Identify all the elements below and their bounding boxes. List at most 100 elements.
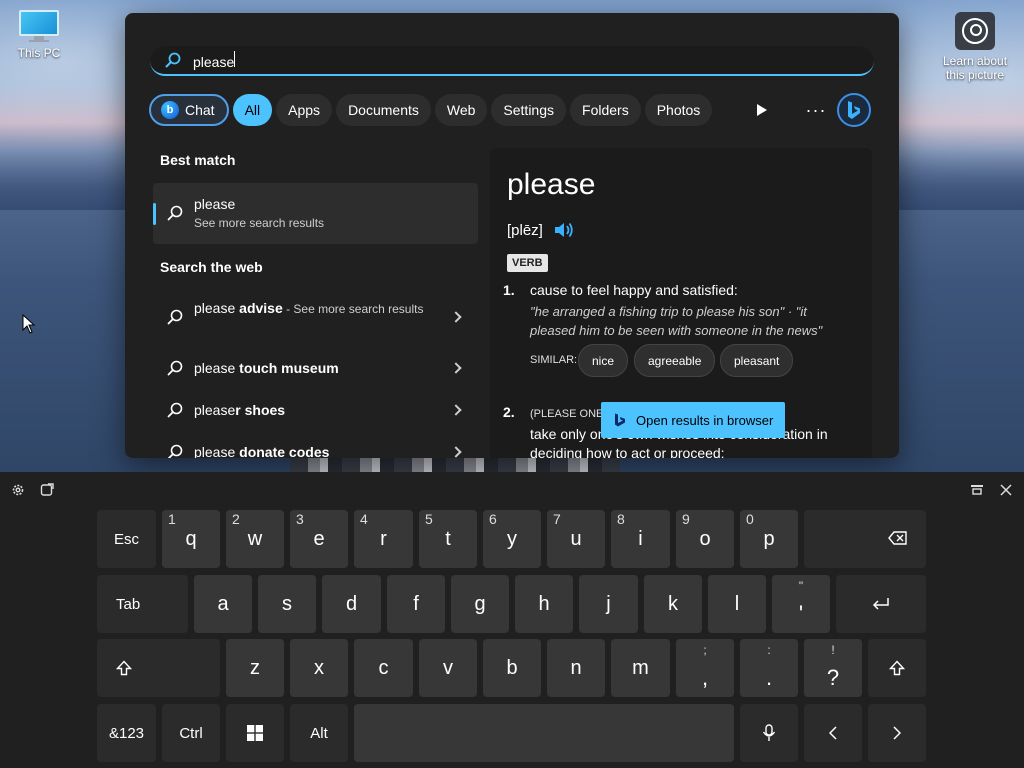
key-l[interactable]: l xyxy=(708,575,766,633)
web-result-text: please donate codes xyxy=(194,444,330,458)
open-in-browser-label: Open results in browser xyxy=(636,412,774,428)
filter-all[interactable]: All xyxy=(232,93,273,126)
key-label: e xyxy=(313,527,325,550)
key-p[interactable]: 0p xyxy=(740,510,798,568)
key-number-hint: 6 xyxy=(489,511,497,527)
filter-apps[interactable]: Apps xyxy=(276,93,333,126)
key-number-hint: 0 xyxy=(746,511,754,527)
key-shift-label: ; xyxy=(703,643,707,657)
web-result-item[interactable]: please touch museum xyxy=(153,348,478,388)
key-symbols[interactable]: &123 xyxy=(97,704,156,762)
key-comma[interactable]: ; , xyxy=(676,639,734,697)
settings-gear-icon[interactable] xyxy=(10,482,26,498)
key-m[interactable]: m xyxy=(611,639,670,697)
key-question[interactable]: ! ? xyxy=(804,639,862,697)
key-windows[interactable] xyxy=(226,704,284,762)
key-t[interactable]: 5t xyxy=(419,510,477,568)
key-f[interactable]: f xyxy=(387,575,445,633)
filter-photos[interactable]: Photos xyxy=(644,93,713,126)
key-x[interactable]: x xyxy=(290,639,348,697)
key-shift-left[interactable] xyxy=(97,639,220,697)
key-ctrl[interactable]: Ctrl xyxy=(162,704,220,762)
keyboard-layout-icon[interactable] xyxy=(969,482,985,498)
search-box[interactable]: please xyxy=(150,46,874,76)
key-a[interactable]: a xyxy=(194,575,252,633)
definition-number: 2. xyxy=(503,404,515,420)
emoji-sticker-icon[interactable] xyxy=(39,482,55,498)
speaker-icon[interactable] xyxy=(553,220,575,240)
key-number-hint: 8 xyxy=(617,511,625,527)
learn-label: Learn about this picture xyxy=(942,54,1008,82)
close-icon[interactable] xyxy=(998,482,1014,498)
key-b[interactable]: b xyxy=(483,639,541,697)
key-z[interactable]: z xyxy=(226,639,284,697)
search-input[interactable]: please xyxy=(193,50,793,70)
key-space[interactable] xyxy=(354,704,734,762)
key-e[interactable]: 3e xyxy=(290,510,348,568)
chevron-left-icon xyxy=(829,726,837,740)
key-label: o xyxy=(699,527,711,550)
key-q[interactable]: 1q xyxy=(162,510,220,568)
key-w[interactable]: 2w xyxy=(226,510,284,568)
web-result-item[interactable]: pleaser shoes xyxy=(153,390,478,430)
filter-settings[interactable]: Settings xyxy=(491,93,567,126)
key-arrow-left[interactable] xyxy=(804,704,862,762)
filter-chat-label: Chat xyxy=(185,101,215,118)
key-y[interactable]: 6y xyxy=(483,510,541,568)
key-tab[interactable]: Tab xyxy=(97,575,188,633)
bing-icon[interactable] xyxy=(837,93,871,127)
synonym-chip[interactable]: nice xyxy=(578,344,629,377)
key-enter[interactable] xyxy=(836,575,926,633)
key-d[interactable]: d xyxy=(322,575,381,633)
key-n[interactable]: n xyxy=(547,639,605,697)
best-match-item[interactable]: please See more search results xyxy=(153,183,478,244)
play-icon[interactable] xyxy=(747,95,777,125)
wallpaper-rocks xyxy=(290,458,620,472)
filter-documents[interactable]: Documents xyxy=(336,93,431,126)
search-icon xyxy=(167,402,183,418)
key-backspace[interactable] xyxy=(804,510,926,568)
key-h[interactable]: h xyxy=(515,575,573,633)
synonym-chip[interactable]: pleasant xyxy=(720,344,794,377)
backspace-icon xyxy=(888,531,907,545)
key-s[interactable]: s xyxy=(258,575,316,633)
best-match-subtitle: See more search results xyxy=(194,216,325,230)
similar-label: SIMILAR: xyxy=(530,354,578,366)
key-j[interactable]: j xyxy=(579,575,638,633)
filter-chat[interactable]: b Chat xyxy=(149,93,229,126)
touch-keyboard: Esc 1q 2w 3e 4r 5t 6y 7u 8i 9o 0p Tab a … xyxy=(0,472,1024,768)
key-label: w xyxy=(247,527,263,550)
key-period[interactable]: : . xyxy=(740,639,798,697)
web-result-item[interactable]: please donate codes xyxy=(153,432,478,458)
search-icon xyxy=(167,360,183,376)
key-voice[interactable] xyxy=(740,704,798,762)
desktop-icon-this-pc[interactable]: This PC xyxy=(8,10,70,60)
search-web-heading: Search the web xyxy=(160,259,263,275)
open-in-browser-button[interactable]: Open results in browser xyxy=(601,402,785,438)
synonym-chip[interactable]: agreeable xyxy=(634,344,716,377)
best-match-heading: Best match xyxy=(160,152,236,168)
key-c[interactable]: c xyxy=(354,639,413,697)
key-g[interactable]: g xyxy=(451,575,509,633)
key-esc[interactable]: Esc xyxy=(97,510,156,568)
key-v[interactable]: v xyxy=(419,639,477,697)
key-arrow-right[interactable] xyxy=(868,704,926,762)
web-result-item[interactable]: please advise - See more search results xyxy=(153,296,478,338)
key-o[interactable]: 9o xyxy=(676,510,734,568)
filter-web[interactable]: Web xyxy=(434,93,488,126)
filter-folders[interactable]: Folders xyxy=(570,93,641,126)
key-r[interactable]: 4r xyxy=(354,510,413,568)
key-quote[interactable]: " ' xyxy=(772,575,830,633)
key-label: q xyxy=(185,527,197,550)
chevron-right-icon xyxy=(893,726,901,740)
key-u[interactable]: 7u xyxy=(547,510,605,568)
key-k[interactable]: k xyxy=(644,575,702,633)
key-number-hint: 3 xyxy=(296,511,304,527)
key-number-hint: 7 xyxy=(553,511,561,527)
key-alt[interactable]: Alt xyxy=(290,704,348,762)
search-icon xyxy=(167,444,183,458)
more-options-button[interactable]: ··· xyxy=(801,95,831,125)
key-shift-right[interactable] xyxy=(868,639,926,697)
key-i[interactable]: 8i xyxy=(611,510,670,568)
desktop-icon-learn-about-picture[interactable]: Learn about this picture xyxy=(936,12,1014,82)
